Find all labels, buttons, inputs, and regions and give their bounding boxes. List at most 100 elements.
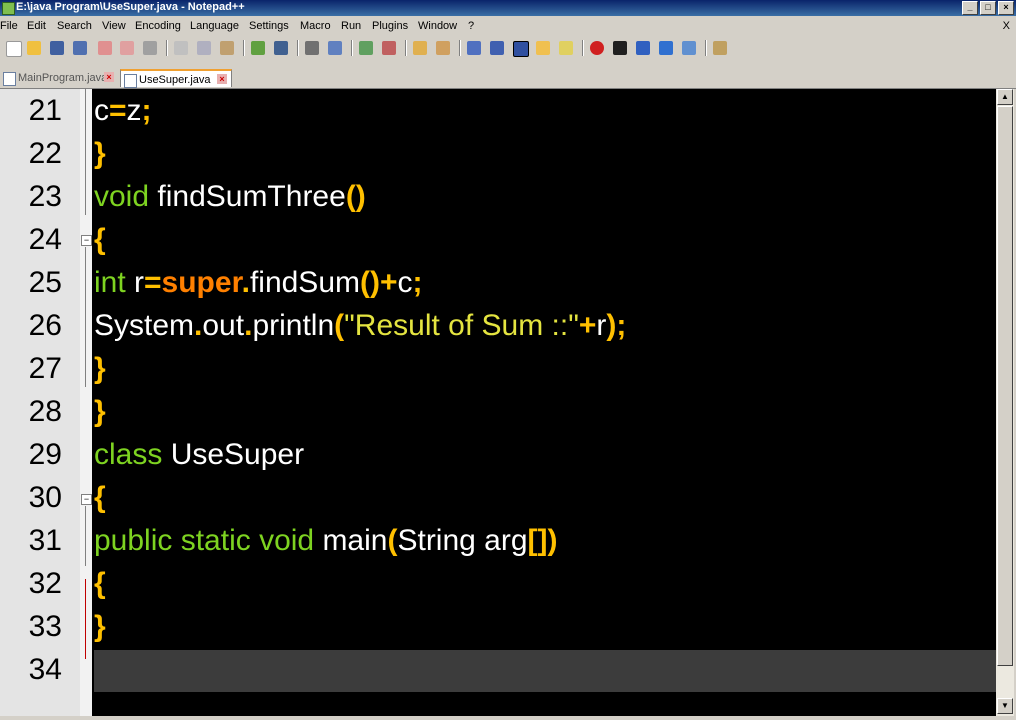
scroll-up-icon[interactable]: ▲ xyxy=(997,89,1013,105)
code-line[interactable]: } xyxy=(94,352,106,386)
stop-record-icon[interactable] xyxy=(613,41,627,55)
save-macro-icon[interactable] xyxy=(682,41,696,55)
code-line[interactable]: System.out.println("Result of Sum ::"+r)… xyxy=(94,309,626,343)
code-token: main xyxy=(314,524,388,557)
redo-icon[interactable] xyxy=(274,41,288,55)
save-icon[interactable] xyxy=(50,41,64,55)
menu-file[interactable]: File xyxy=(0,20,18,32)
code-token: ( xyxy=(334,309,345,342)
close-window-button[interactable]: × xyxy=(998,1,1014,15)
save-all-icon[interactable] xyxy=(73,41,87,55)
line-number: 27 xyxy=(28,352,62,385)
code-token: [] xyxy=(527,524,548,557)
scroll-thumb[interactable] xyxy=(997,106,1013,666)
menu-plugins[interactable]: Plugins xyxy=(372,20,408,32)
menu-language[interactable]: Language xyxy=(190,20,239,32)
fold-margin: − − xyxy=(80,89,92,716)
record-macro-icon[interactable] xyxy=(590,41,604,55)
close-document-button[interactable]: X xyxy=(1003,20,1010,32)
word-wrap-icon[interactable] xyxy=(467,41,481,55)
line-number: 24 xyxy=(28,223,62,256)
new-file-icon[interactable] xyxy=(6,41,22,57)
code-line[interactable]: { xyxy=(94,223,106,257)
code-token: println xyxy=(252,309,335,342)
folder-icon[interactable] xyxy=(536,41,550,55)
code-line[interactable]: } xyxy=(94,137,106,171)
code-token: findSumThree xyxy=(149,180,346,213)
zoom-out-icon[interactable] xyxy=(382,41,396,55)
code-token: ( xyxy=(387,524,398,557)
code-token: = xyxy=(144,266,162,299)
fold-toggle-icon[interactable]: − xyxy=(81,494,92,505)
code-token: r xyxy=(596,309,607,342)
code-token: void xyxy=(94,180,150,213)
code-editor[interactable]: − − 21 c=z; 22} 23 void findSumThree() 24{25 i… xyxy=(0,89,996,716)
code-line[interactable]: { xyxy=(94,481,106,515)
current-line-highlight xyxy=(94,650,996,692)
code-token: ) xyxy=(547,524,558,557)
code-token: { xyxy=(94,481,106,514)
menu-search[interactable]: Search xyxy=(57,20,92,32)
tab-mainprogram[interactable]: MainProgram.java × xyxy=(0,69,118,87)
menu-macro[interactable]: Macro xyxy=(300,20,331,32)
replace-icon[interactable] xyxy=(328,41,342,55)
doc-map-icon[interactable] xyxy=(559,41,573,55)
menu-settings[interactable]: Settings xyxy=(249,20,289,32)
undo-icon[interactable] xyxy=(251,41,265,55)
close-all-icon[interactable] xyxy=(120,41,134,55)
code-line[interactable]: class UseSuper xyxy=(94,438,304,472)
line-number: 34 xyxy=(28,653,62,686)
code-token: super xyxy=(161,266,242,299)
code-line[interactable]: { xyxy=(94,567,106,601)
fold-toggle-icon[interactable]: − xyxy=(81,235,92,246)
code-token: } xyxy=(94,352,106,385)
menu-view[interactable]: View xyxy=(102,20,126,32)
minimize-button[interactable]: _ xyxy=(962,1,978,15)
zoom-in-icon[interactable] xyxy=(359,41,373,55)
show-all-chars-icon[interactable] xyxy=(490,41,504,55)
code-token: { xyxy=(94,567,106,600)
menu-edit[interactable]: Edit xyxy=(27,20,46,32)
menu-run[interactable]: Run xyxy=(341,20,361,32)
file-icon xyxy=(124,74,137,88)
line-number: 26 xyxy=(28,309,62,342)
tab-bar: MainProgram.java × UseSuper.java × xyxy=(0,66,1016,89)
tab-close-icon[interactable]: × xyxy=(217,74,227,84)
code-token: public static void xyxy=(94,524,315,557)
sync-horizontal-icon[interactable] xyxy=(436,41,450,55)
play-macro-icon[interactable] xyxy=(636,41,650,55)
menu-help[interactable]: ? xyxy=(468,20,474,32)
line-number: 30 xyxy=(28,481,62,514)
tab-close-icon[interactable]: × xyxy=(104,72,114,82)
code-line[interactable]: public static void main(String arg[]) xyxy=(94,524,558,558)
code-line[interactable]: } xyxy=(94,610,106,644)
sync-vertical-icon[interactable] xyxy=(413,41,427,55)
code-line[interactable]: } xyxy=(94,395,106,429)
find-icon[interactable] xyxy=(305,41,319,55)
code-line[interactable]: int r=super.findSum()+c; xyxy=(94,266,423,300)
code-line[interactable]: void findSumThree() xyxy=(94,180,366,214)
scroll-down-icon[interactable]: ▼ xyxy=(997,698,1013,714)
code-token: + xyxy=(578,309,597,342)
maximize-button[interactable]: □ xyxy=(980,1,996,15)
copy-icon[interactable] xyxy=(197,41,211,55)
plugin-icon[interactable] xyxy=(713,41,727,55)
menu-window[interactable]: Window xyxy=(418,20,457,32)
cut-icon[interactable] xyxy=(174,41,188,55)
tab-usesuper[interactable]: UseSuper.java × xyxy=(120,69,232,88)
run-macro-multiple-icon[interactable] xyxy=(659,41,673,55)
indent-guide-icon[interactable] xyxy=(513,41,529,57)
close-icon[interactable] xyxy=(98,41,112,55)
paste-icon[interactable] xyxy=(220,41,234,55)
vertical-scrollbar[interactable]: ▲ ▼ xyxy=(996,89,1014,716)
code-token: + xyxy=(379,266,398,299)
menu-encoding[interactable]: Encoding xyxy=(135,20,181,32)
code-token: } xyxy=(94,137,106,170)
print-icon[interactable] xyxy=(143,41,157,55)
code-token: ); xyxy=(606,309,627,342)
open-file-icon[interactable] xyxy=(27,41,41,55)
code-token: out xyxy=(202,309,245,342)
code-line[interactable]: c=z; xyxy=(94,94,152,128)
window-title: E:\java Program\UseSuper.java - Notepad+… xyxy=(16,1,245,13)
toolbar xyxy=(0,37,1016,59)
